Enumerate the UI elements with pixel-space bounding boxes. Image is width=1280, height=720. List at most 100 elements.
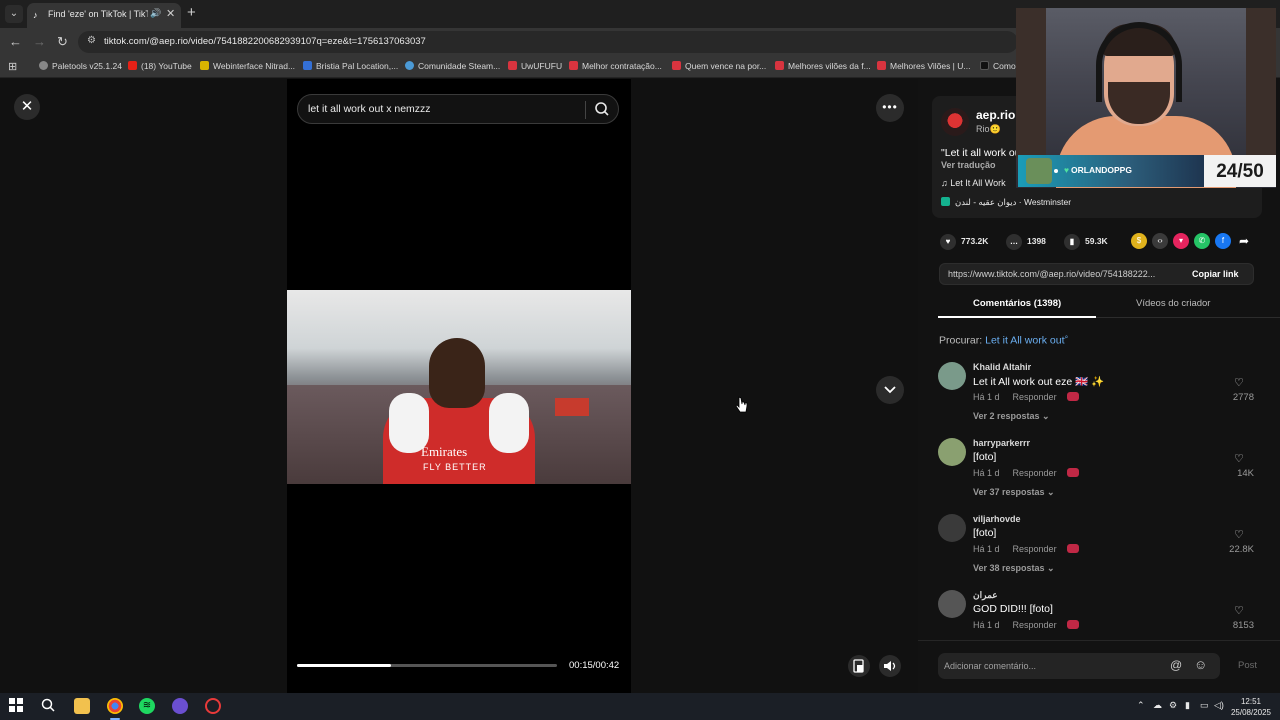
bookmark-item[interactable]: Melhores vilões da f... xyxy=(775,61,871,71)
see-translation-link[interactable]: Ver tradução xyxy=(941,160,996,170)
taskbar-clock[interactable]: 12:51 25/08/2025 xyxy=(1228,696,1274,718)
search-icon[interactable] xyxy=(594,101,610,122)
banner-name: ♥ ORLANDOPPG xyxy=(1064,165,1132,175)
mention-icon[interactable]: @ xyxy=(1170,658,1182,672)
bookmark-item[interactable]: Quem vence na por... xyxy=(672,61,766,71)
comment-username[interactable]: viljarhovde xyxy=(973,514,1021,524)
coin-share-icon[interactable]: $ xyxy=(1131,233,1147,249)
comment-heart-icon[interactable]: ♡ xyxy=(1234,528,1244,541)
browser-tab-active[interactable]: ♪ Find 'eze' on TikTok | TikTok 🔊 ✕ xyxy=(27,3,181,28)
tab-creator-videos[interactable]: Vídeos do criador xyxy=(1136,298,1210,309)
tab-close-icon[interactable]: ✕ xyxy=(166,7,175,20)
save-button[interactable]: ▮ 59.3K xyxy=(1064,232,1108,250)
bookmark-item[interactable]: (18) YouTube xyxy=(128,61,192,71)
like-button[interactable]: ♥ 773.2K xyxy=(940,232,988,250)
comment-likes: 14K xyxy=(1237,468,1254,479)
apps-grid-icon[interactable]: ⊞ xyxy=(8,60,17,73)
mouse-cursor-icon xyxy=(735,396,749,419)
bookmark-item[interactable]: Webinterface Nitrad... xyxy=(200,61,295,71)
tray-overflow-chevron-icon[interactable]: ⌃ xyxy=(1137,700,1145,711)
search-suggestion-term[interactable]: Let it All work out xyxy=(985,335,1064,347)
copy-link-button[interactable]: Copiar link xyxy=(1192,269,1239,279)
search-suggestion[interactable]: Procurar: Let it All work out⌕ xyxy=(939,334,1068,347)
onedrive-icon[interactable]: ☁ xyxy=(1153,700,1162,711)
chrome-icon[interactable] xyxy=(107,698,123,720)
next-video-chevron-down-icon[interactable] xyxy=(876,376,904,404)
new-tab-icon[interactable]: + xyxy=(187,4,196,22)
send-icon[interactable]: ▾ xyxy=(1173,233,1189,249)
steam-tray-icon[interactable]: ⚙ xyxy=(1169,700,1177,711)
view-replies-button[interactable]: Ver 2 respostas ⌄ xyxy=(973,411,1050,422)
comment-meta: Há 1 d Responder xyxy=(973,392,1079,402)
facebook-icon[interactable]: f xyxy=(1215,233,1231,249)
search-divider xyxy=(585,101,586,119)
comment-heart-icon[interactable]: ♡ xyxy=(1234,604,1244,617)
back-icon[interactable]: ← xyxy=(9,34,22,50)
close-icon[interactable]: ✕ xyxy=(14,94,40,120)
comment-username[interactable]: harryparkerrr xyxy=(973,438,1030,448)
bookmark-item[interactable]: Melhor contratação... xyxy=(569,61,662,71)
reply-button[interactable]: Responder xyxy=(1013,544,1057,554)
bookmark-item[interactable]: UwUFUFU xyxy=(508,61,562,71)
volume-button[interactable] xyxy=(879,655,901,677)
comment-likes: 8153 xyxy=(1232,620,1254,631)
tab-comments[interactable]: Comentários (1398) xyxy=(973,298,1061,309)
location-tag[interactable]: ديوان عقيه - لندن · Westminster xyxy=(941,197,1071,208)
reply-button[interactable]: Responder xyxy=(1013,468,1057,478)
video-progress-fill xyxy=(297,664,391,667)
tab-audio-icon[interactable]: 🔊 xyxy=(150,8,161,19)
bookmark-item[interactable]: Comunidade Steam... xyxy=(405,61,500,71)
whatsapp-icon[interactable]: ✆ xyxy=(1194,233,1210,249)
view-replies-button[interactable]: Ver 37 respostas ⌄ xyxy=(973,487,1055,498)
bookmark-favicon-icon xyxy=(877,61,886,70)
video-progress-bar[interactable] xyxy=(297,664,557,667)
volume-icon[interactable]: ◁) xyxy=(1214,700,1224,711)
file-explorer-icon[interactable] xyxy=(74,698,90,714)
site-settings-icon[interactable]: ⚙ xyxy=(87,35,96,46)
comment-username[interactable]: عمران xyxy=(973,590,998,601)
emoji-icon[interactable]: ☺ xyxy=(1194,657,1207,672)
tab-search-dropdown-icon[interactable]: ⌄ xyxy=(5,5,23,23)
discord-icon[interactable] xyxy=(172,698,188,714)
comment-heart-icon[interactable]: ♡ xyxy=(1234,452,1244,465)
bookmark-item[interactable]: Bristia Pal Location,... xyxy=(303,61,398,71)
pip-button[interactable] xyxy=(848,655,870,677)
reload-icon[interactable]: ↻ xyxy=(57,34,68,50)
search-input[interactable]: let it all work out x nemzzz xyxy=(308,103,431,115)
comment-heart-icon[interactable]: ♡ xyxy=(1234,376,1244,389)
comment-avatar[interactable] xyxy=(938,590,966,618)
embed-icon[interactable]: ‹› xyxy=(1152,233,1168,249)
video-search-bar[interactable]: let it all work out x nemzzz xyxy=(297,94,619,124)
url-text: tiktok.com/@aep.rio/video/75418822006829… xyxy=(104,36,426,47)
comment-avatar[interactable] xyxy=(938,362,966,390)
network-icon[interactable]: ▭ xyxy=(1200,700,1209,711)
obs-icon[interactable] xyxy=(205,698,221,714)
share-link-text[interactable]: https://www.tiktok.com/@aep.rio/video/75… xyxy=(948,269,1178,279)
creator-avatar[interactable] xyxy=(941,108,969,136)
comment-username[interactable]: Khalid Altahir xyxy=(973,362,1031,372)
mic-icon[interactable]: ▮ xyxy=(1185,700,1190,711)
more-options-icon[interactable]: ••• xyxy=(876,94,904,122)
spotify-icon[interactable]: ≋ xyxy=(139,698,155,714)
reply-button[interactable]: Responder xyxy=(1013,392,1057,402)
music-link[interactable]: ♫ Let It All Work xyxy=(941,178,1006,188)
view-replies-button[interactable]: Ver 38 respostas ⌄ xyxy=(973,563,1055,574)
bookmark-item[interactable]: Paletools v25.1.24 xyxy=(39,61,122,71)
comment-avatar[interactable] xyxy=(938,514,966,542)
comment-item: Khalid Altahir Let it All work out eze 🇬… xyxy=(938,362,1260,436)
bookmark-item[interactable]: Como xyxy=(980,61,1016,71)
bookmark-item[interactable]: Melhores Vilões | U... xyxy=(877,61,970,71)
windows-start-icon[interactable] xyxy=(8,698,24,714)
search-icon[interactable] xyxy=(40,698,56,714)
forward-icon[interactable]: → xyxy=(33,34,46,50)
bookmark-favicon-icon xyxy=(508,61,517,70)
comment-button[interactable]: … 1398 xyxy=(1006,232,1046,250)
address-bar[interactable]: ⚙ tiktok.com/@aep.rio/video/754188220068… xyxy=(78,31,1018,53)
reply-button[interactable]: Responder xyxy=(1013,620,1057,630)
comment-likes: 2778 xyxy=(1232,392,1254,403)
post-button[interactable]: Post xyxy=(1238,660,1257,671)
comment-input[interactable]: Adicionar comentário... @ ☺ xyxy=(938,653,1220,679)
comment-avatar[interactable] xyxy=(938,438,966,466)
creator-username[interactable]: aep.rio xyxy=(976,108,1015,122)
share-arrow-icon[interactable]: ➦ xyxy=(1236,233,1252,249)
